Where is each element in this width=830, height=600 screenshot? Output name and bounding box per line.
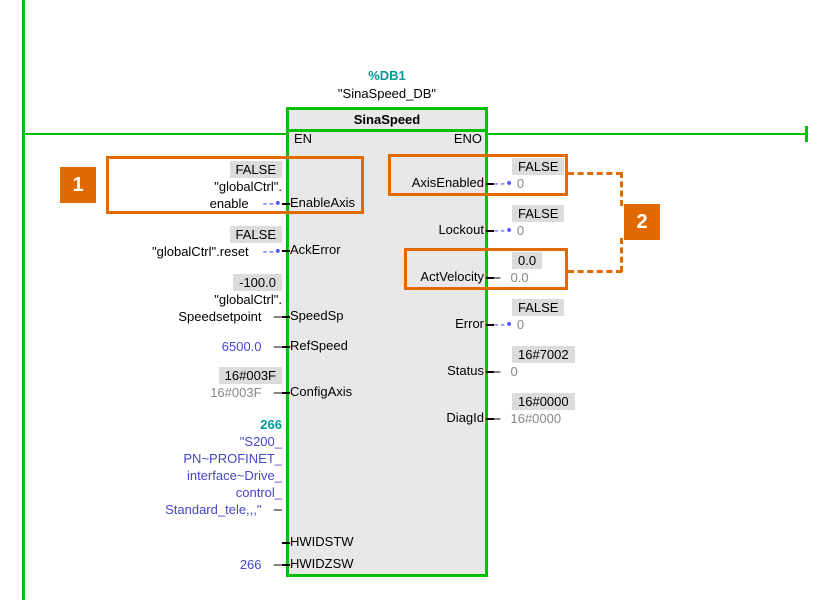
value-badge: FALSE	[512, 205, 564, 222]
addr-line: "globalCtrl".reset --•	[152, 243, 282, 261]
wire-icon: —	[267, 339, 280, 355]
port-ackerror: AckError	[290, 242, 341, 257]
value-badge: 16#0000	[512, 393, 575, 410]
out-axisenabled[interactable]: FALSE --• 0	[490, 158, 564, 193]
addr-line: Standard_tele,,," —	[165, 501, 282, 519]
power-rail-en	[22, 133, 286, 135]
value-badge: FALSE	[512, 158, 564, 175]
in-configaxis[interactable]: 16#003F 16#003F —	[210, 367, 282, 402]
pin-tick	[486, 277, 494, 279]
power-rail-eno	[488, 133, 808, 135]
in-ackerror[interactable]: FALSE "globalCtrl".reset --•	[152, 226, 282, 261]
in-hwidstw[interactable]: 266 "S200_ PN~PROFINET_ interface~Drive_…	[165, 416, 282, 519]
port-error: Error	[455, 316, 484, 331]
live-line: --• 0	[490, 175, 524, 193]
wire-icon: --•	[492, 223, 511, 239]
callout-2-connector	[620, 172, 623, 206]
eno-label: ENO	[454, 131, 482, 146]
port-status: Status	[447, 363, 484, 378]
pin-tick	[282, 346, 290, 348]
wire-icon: —	[267, 557, 280, 573]
value-line: 16#003F —	[210, 384, 282, 402]
pin-tick	[486, 324, 494, 326]
callout-2-connector	[620, 238, 623, 272]
port-lockout: Lockout	[438, 222, 484, 237]
wire-icon: —	[267, 502, 280, 518]
out-error[interactable]: FALSE --• 0	[490, 299, 564, 334]
in-refspeed[interactable]: 6500.0 —	[222, 338, 282, 356]
callout-1: 1	[60, 167, 96, 203]
pin-tick	[486, 418, 494, 420]
live-line: — 16#0000	[490, 410, 561, 428]
in-hwidzsw[interactable]: 266 —	[240, 556, 282, 574]
port-speedsp: SpeedSp	[290, 308, 344, 323]
value-badge: 16#003F	[219, 367, 282, 384]
pin-tick	[282, 392, 290, 394]
value-badge: 16#7002	[512, 346, 575, 363]
addr-line: control_	[236, 484, 282, 501]
power-rail-vertical	[22, 0, 25, 600]
wire-icon: --•	[492, 317, 511, 333]
fb-title: SinaSpeed	[289, 110, 485, 132]
pin-tick	[282, 542, 290, 544]
pin-tick	[486, 371, 494, 373]
port-hwidzsw: HWIDZSW	[290, 556, 354, 571]
live-line: --• 0	[490, 316, 524, 334]
addr-line: "globalCtrl".	[214, 291, 282, 308]
wire-icon: --•	[492, 176, 511, 192]
pin-tick	[282, 316, 290, 318]
wire-icon: --•	[254, 244, 280, 260]
addr-line: PN~PROFINET_	[183, 450, 282, 467]
pin-tick	[282, 203, 290, 205]
value-line: 6500.0 —	[222, 338, 282, 356]
port-refspeed: RefSpeed	[290, 338, 348, 353]
callout-2-connector	[568, 270, 622, 273]
port-hwidstw: HWIDSTW	[290, 534, 354, 549]
power-rail-end	[805, 126, 808, 142]
live-line: — 0	[490, 363, 518, 381]
pin-tick	[282, 250, 290, 252]
value-line: 266 —	[240, 556, 282, 574]
out-diagid[interactable]: 16#0000 — 16#0000	[490, 393, 575, 428]
wire-icon: —	[267, 385, 280, 401]
out-actvelocity[interactable]: 0.0 — 0.0	[490, 252, 542, 287]
addr-line: enable --•	[210, 195, 282, 213]
port-axisenabled: AxisEnabled	[412, 175, 484, 190]
out-status[interactable]: 16#7002 — 0	[490, 346, 575, 381]
addr-line: interface~Drive_	[187, 467, 282, 484]
value-badge: FALSE	[230, 226, 282, 243]
pin-tick	[486, 183, 494, 185]
addr-line: "S200_	[240, 433, 282, 450]
live-line: — 0.0	[490, 269, 529, 287]
in-enableaxis[interactable]: FALSE "globalCtrl". enable --•	[210, 161, 282, 213]
out-lockout[interactable]: FALSE --• 0	[490, 205, 564, 240]
db-symbol: %DB1	[286, 68, 488, 83]
pin-tick	[282, 564, 290, 566]
addr-line: Speedsetpoint —	[178, 308, 282, 326]
port-actvelocity: ActVelocity	[420, 269, 484, 284]
db-name: "SinaSpeed_DB"	[286, 86, 488, 101]
wire-icon: —	[267, 309, 280, 325]
callout-2-connector	[568, 172, 622, 175]
value-badge: FALSE	[230, 161, 282, 178]
port-enableaxis: EnableAxis	[290, 195, 355, 210]
pin-tick	[486, 230, 494, 232]
value-line: 266	[260, 416, 282, 433]
addr-line: "globalCtrl".	[214, 178, 282, 195]
port-configaxis: ConfigAxis	[290, 384, 352, 399]
port-diagid: DiagId	[446, 410, 484, 425]
value-badge: -100.0	[233, 274, 282, 291]
value-badge: FALSE	[512, 299, 564, 316]
wire-icon: --•	[254, 196, 280, 212]
callout-2: 2	[624, 204, 660, 240]
en-label: EN	[294, 131, 312, 146]
in-speedsp[interactable]: -100.0 "globalCtrl". Speedsetpoint —	[178, 274, 282, 326]
value-badge: 0.0	[512, 252, 542, 269]
live-line: --• 0	[490, 222, 524, 240]
